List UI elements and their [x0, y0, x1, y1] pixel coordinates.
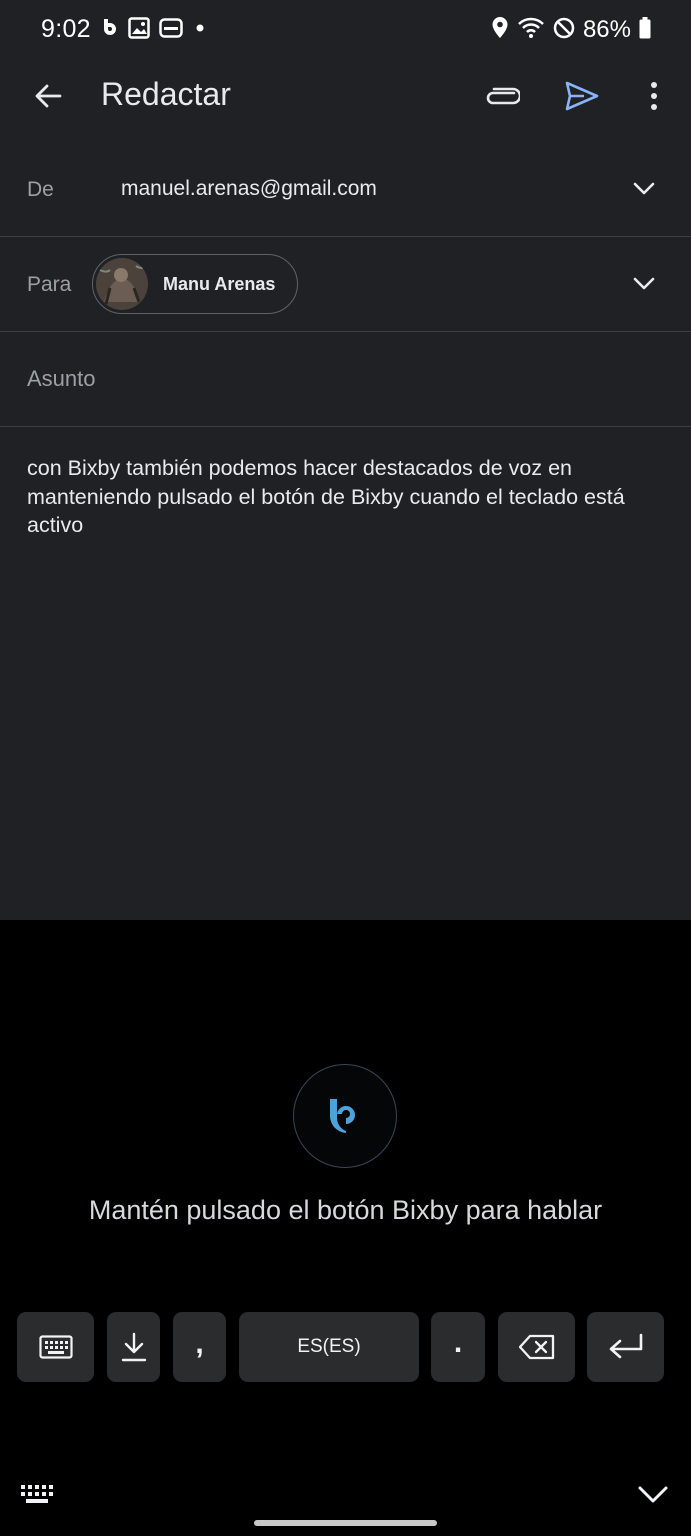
from-label: De [27, 178, 54, 201]
recipient-chip[interactable]: Manu Arenas [92, 254, 298, 314]
to-label: Para [27, 273, 72, 296]
compose-screen: 9:02 86% Redactar De manuel.arenas@gmail… [0, 0, 691, 920]
comma-key[interactable]: , [173, 1312, 226, 1382]
bixby-voice-button[interactable] [293, 1064, 397, 1168]
download-icon [121, 1332, 146, 1362]
avatar [96, 258, 148, 310]
chevron-down-icon [633, 277, 655, 290]
system-status: 86% [491, 15, 651, 45]
home-gesture-bar[interactable] [254, 1520, 437, 1526]
battery-percentage: 86% [582, 16, 631, 43]
recipient-name: Manu Arenas [163, 273, 276, 294]
arrow-back-icon [35, 84, 62, 108]
notification-icons [101, 16, 208, 44]
period-key[interactable]: . [431, 1312, 485, 1382]
bixby-voice-panel: Mantén pulsado el botón Bixby para habla… [0, 920, 691, 1536]
keyboard-icon [38, 1335, 73, 1359]
status-bar: 9:02 86% [0, 0, 691, 60]
from-value: manuel.arenas@gmail.com [121, 177, 377, 200]
more-options-button[interactable] [630, 72, 678, 120]
paperclip-icon [486, 87, 520, 105]
app-bar: Redactar [0, 60, 691, 132]
wifi-icon [517, 16, 545, 45]
bixby-icon [329, 1099, 355, 1133]
from-field-row[interactable]: De manuel.arenas@gmail.com [0, 143, 691, 237]
keyboard-bottom-row: , ES(ES) . [0, 1312, 691, 1382]
chevron-down-icon [633, 182, 655, 195]
download-key[interactable] [107, 1312, 160, 1382]
location-icon [491, 16, 509, 45]
language-space-key[interactable]: ES(ES) [239, 1312, 419, 1382]
switch-keyboard-key[interactable] [17, 1312, 94, 1382]
enter-icon [609, 1333, 642, 1359]
to-expand-button[interactable] [627, 267, 661, 301]
card-notification-icon [159, 17, 183, 43]
bixby-hint-text: Mantén pulsado el botón Bixby para habla… [88, 1195, 603, 1225]
body-textarea[interactable]: con Bixby también podemos hacer destacad… [27, 454, 667, 540]
send-icon [565, 81, 599, 111]
page-title: Redactar [101, 76, 231, 112]
more-notifications-dot-icon [192, 17, 208, 44]
attach-button[interactable] [478, 72, 526, 120]
battery-icon [639, 16, 651, 44]
back-button[interactable] [22, 72, 74, 120]
status-time: 9:02 [41, 15, 91, 43]
image-notification-icon [128, 16, 150, 44]
send-button[interactable] [558, 72, 606, 120]
bixby-notification-icon [101, 17, 119, 44]
do-not-disturb-icon [553, 17, 575, 44]
backspace-key[interactable] [498, 1312, 575, 1382]
from-expand-button[interactable] [627, 172, 661, 206]
subject-field-row [0, 332, 691, 427]
keyboard-grid-icon[interactable] [20, 1483, 56, 1507]
more-vert-icon [651, 82, 657, 110]
to-field-row[interactable]: Para Manu Arenas [0, 237, 691, 332]
hide-keyboard-icon[interactable] [636, 1483, 670, 1507]
enter-key[interactable] [587, 1312, 664, 1382]
subject-input[interactable] [27, 366, 647, 392]
backspace-icon [518, 1334, 554, 1360]
